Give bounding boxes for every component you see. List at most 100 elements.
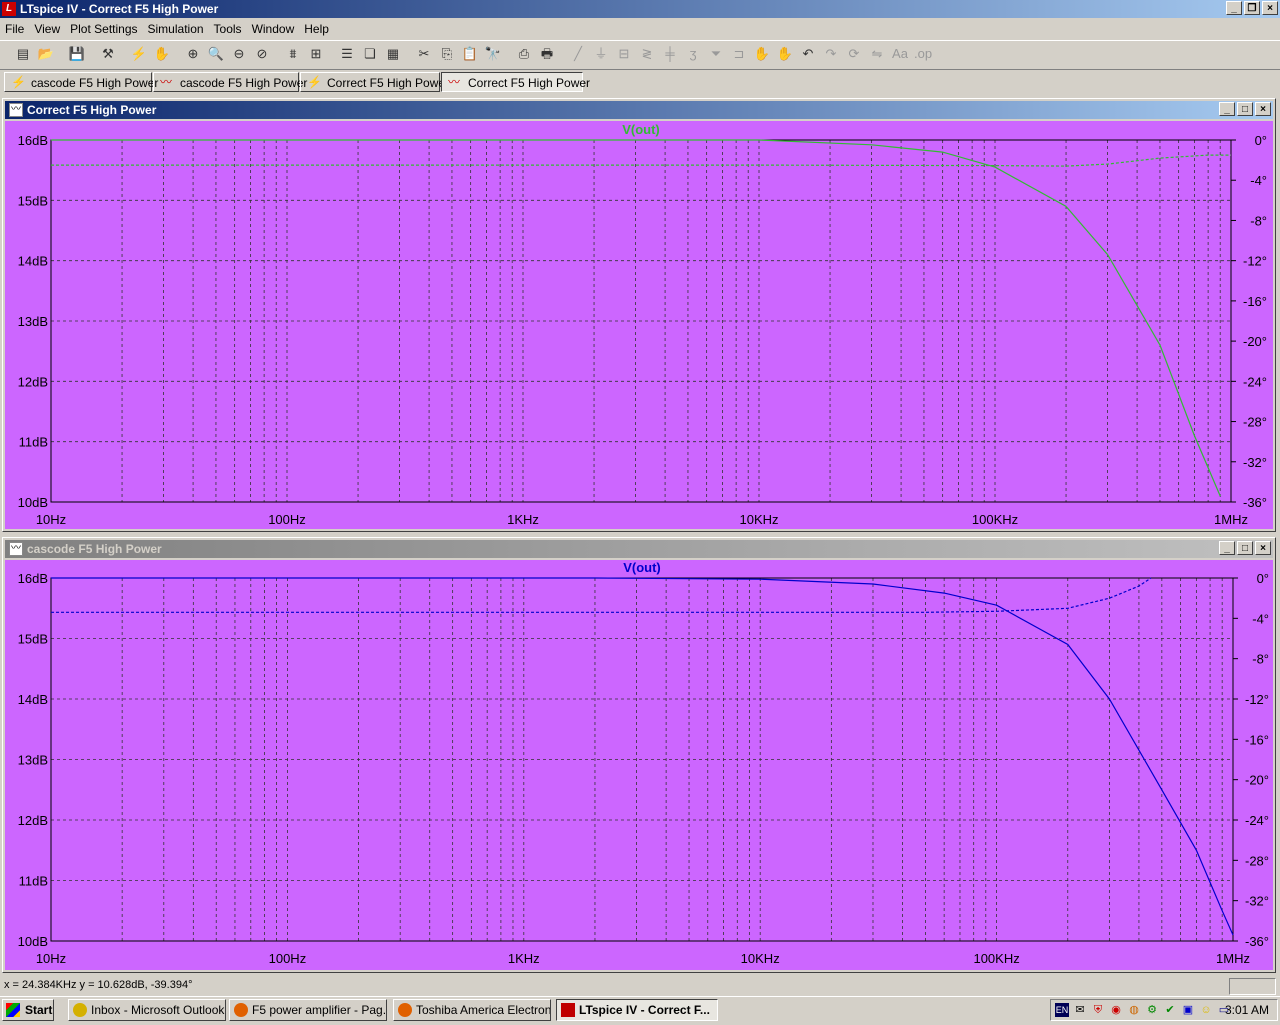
update-icon[interactable]: ✔ [1163, 1003, 1177, 1017]
menu-file[interactable]: File [0, 22, 29, 36]
y2-tick-label: -28° [1243, 415, 1267, 430]
y-tick-label: 12dB [18, 374, 48, 389]
menu-plot-settings[interactable]: Plot Settings [65, 22, 142, 36]
y2-tick-label: -8° [1250, 213, 1267, 228]
chart-svg[interactable]: 10Hz 100Hz 1KHz 10KHz 100KHz 1MHz 16dB 15dB 14dB… [5, 560, 1273, 970]
zoom-area-icon[interactable]: 🔍 [207, 45, 225, 63]
plot-area[interactable]: 10Hz 100Hz 1KHz 10KHz 100KHz 1MHz 16dB 15dB 14dB… [5, 560, 1273, 970]
diode-icon[interactable]: ⏷ [707, 45, 725, 63]
drag-hand-icon[interactable]: ✋ [776, 45, 794, 63]
copy-icon[interactable]: ⎘ [438, 45, 456, 63]
minimize-button[interactable]: _ [1219, 102, 1235, 116]
tab-label: cascode F5 High Power [31, 76, 159, 90]
text-icon[interactable]: Aa [891, 45, 909, 63]
redo-icon[interactable]: ↷ [822, 45, 840, 63]
waveform-icon: 〰 [9, 103, 23, 117]
autorange-y-icon[interactable]: ⊞ [307, 45, 325, 63]
menu-help[interactable]: Help [299, 22, 334, 36]
spice-directive-icon[interactable]: .op [914, 45, 932, 63]
rotate-icon[interactable]: ⟳ [845, 45, 863, 63]
control-panel-icon[interactable]: ⚒ [99, 45, 117, 63]
tab-cascode-schematic[interactable]: ⚡ cascode F5 High Power [4, 72, 158, 92]
cut-icon[interactable]: ✂ [415, 45, 433, 63]
menu-simulation[interactable]: Simulation [143, 22, 209, 36]
cascade-windows-icon[interactable]: ❏ [361, 45, 379, 63]
schematic-icon: ⚡ [11, 75, 26, 89]
taskbar-ltspice[interactable]: LTspice IV - Correct F... [556, 999, 718, 1021]
tab-cascode-waveform[interactable]: 〰 cascode F5 High Power [153, 72, 307, 92]
y-tick-label: 10dB [18, 934, 48, 949]
wire-icon[interactable]: ╱ [569, 45, 587, 63]
close-button[interactable]: × [1255, 102, 1271, 116]
tab-label: Correct F5 High Power [468, 76, 591, 90]
autorange-icon[interactable]: ⩩ [284, 45, 302, 63]
ltspice-icon [561, 1003, 575, 1017]
ground-icon[interactable]: ⏚ [592, 45, 610, 63]
x-tick-label: 10KHz [741, 951, 780, 966]
x-tick-label: 1MHz [1214, 512, 1248, 527]
close-button[interactable]: × [1262, 1, 1278, 15]
taskbar-outlook[interactable]: Inbox - Microsoft Outlook [68, 999, 226, 1021]
capacitor-icon[interactable]: ╪ [661, 45, 679, 63]
run-icon[interactable]: ⚡ [130, 45, 148, 63]
window-title-bar[interactable]: L LTspice IV - Correct F5 High Power _ ❐… [0, 0, 1280, 18]
print-preview-icon[interactable]: ⎙ [515, 45, 533, 63]
security-icon[interactable]: ◍ [1127, 1003, 1141, 1017]
x-tick-label: 10Hz [36, 951, 66, 966]
inductor-icon[interactable]: ʒ [684, 45, 702, 63]
mirror-icon[interactable]: ⇋ [868, 45, 886, 63]
minimize-button[interactable]: _ [1219, 541, 1235, 555]
restore-button[interactable]: ❐ [1244, 1, 1260, 15]
network-icon[interactable]: ⚙ [1145, 1003, 1159, 1017]
plot-area[interactable]: 10Hz 100Hz 1KHz 10KHz 100KHz 1MHz 16dB 15dB 14dB… [5, 121, 1273, 529]
component-icon[interactable]: ⊐ [730, 45, 748, 63]
menu-window[interactable]: Window [247, 22, 300, 36]
mail-icon[interactable]: ✉ [1073, 1003, 1087, 1017]
zoom-in-icon[interactable]: ⊕ [184, 45, 202, 63]
close-button[interactable]: × [1255, 541, 1271, 555]
restore-button[interactable]: □ [1237, 102, 1253, 116]
language-icon[interactable]: EN [1055, 1003, 1069, 1017]
print-icon[interactable]: 🖶 [538, 45, 556, 63]
antivirus-icon[interactable]: ◉ [1109, 1003, 1123, 1017]
zoom-out-icon[interactable]: ⊖ [230, 45, 248, 63]
zoom-cancel-icon[interactable]: ⊘ [253, 45, 271, 63]
taskbar-label: LTspice IV - Correct F... [579, 1003, 710, 1017]
cursor-readout: x = 24.384KHz y = 10.628dB, -39.394° [4, 979, 193, 991]
monitor-icon[interactable]: ▣ [1181, 1003, 1195, 1017]
shield-icon[interactable]: ⛨ [1091, 1003, 1105, 1017]
save-icon[interactable]: 💾 [68, 45, 86, 63]
phase-trace-line [51, 577, 1152, 613]
start-button[interactable]: Start [2, 999, 54, 1021]
plot-window-title-bar[interactable]: 〰 Correct F5 High Power _ □ × [5, 101, 1273, 119]
menu-tools[interactable]: Tools [209, 22, 247, 36]
menu-view[interactable]: View [29, 22, 65, 36]
open-folder-icon[interactable]: 📂 [37, 45, 55, 63]
paste-icon[interactable]: 📋 [461, 45, 479, 63]
find-icon[interactable]: 🔭 [484, 45, 502, 63]
resistor-icon[interactable]: ≷ [638, 45, 656, 63]
tab-correct-schematic[interactable]: ⚡ Correct F5 High Power [300, 72, 449, 92]
label-net-icon[interactable]: ⊟ [615, 45, 633, 63]
halt-icon[interactable]: ✋ [153, 45, 171, 63]
plot-window-title-bar[interactable]: 〰 cascode F5 High Power _ □ × [5, 540, 1273, 558]
tab-correct-waveform[interactable]: 〰 Correct F5 High Power [441, 72, 590, 92]
y-tick-label: 14dB [18, 692, 48, 707]
taskbar: Start Inbox - Microsoft Outlook F5 power… [0, 996, 1280, 1025]
y2-tick-label: 0° [1255, 133, 1267, 148]
new-schematic-icon[interactable]: ▤ [14, 45, 32, 63]
taskbar-firefox-1[interactable]: F5 power amplifier - Pag... [229, 999, 387, 1021]
move-hand-icon[interactable]: ✋ [753, 45, 771, 63]
trace-label: V(out) [622, 122, 660, 137]
taskbar-firefox-2[interactable]: Toshiba America Electron... [393, 999, 551, 1021]
restore-button[interactable]: □ [1237, 541, 1253, 555]
y-tick-label: 16dB [18, 571, 48, 586]
y2-tick-label: -20° [1245, 773, 1269, 788]
chart-svg[interactable]: 10Hz 100Hz 1KHz 10KHz 100KHz 1MHz 16dB 15dB 14dB… [5, 121, 1273, 529]
window-title: LTspice IV - Correct F5 High Power [20, 2, 219, 16]
minimize-button[interactable]: _ [1226, 1, 1242, 15]
tile-vertical-icon[interactable]: ▦ [384, 45, 402, 63]
tile-horizontal-icon[interactable]: ☰ [338, 45, 356, 63]
messenger-icon[interactable]: ☺ [1199, 1003, 1213, 1017]
undo-icon[interactable]: ↶ [799, 45, 817, 63]
